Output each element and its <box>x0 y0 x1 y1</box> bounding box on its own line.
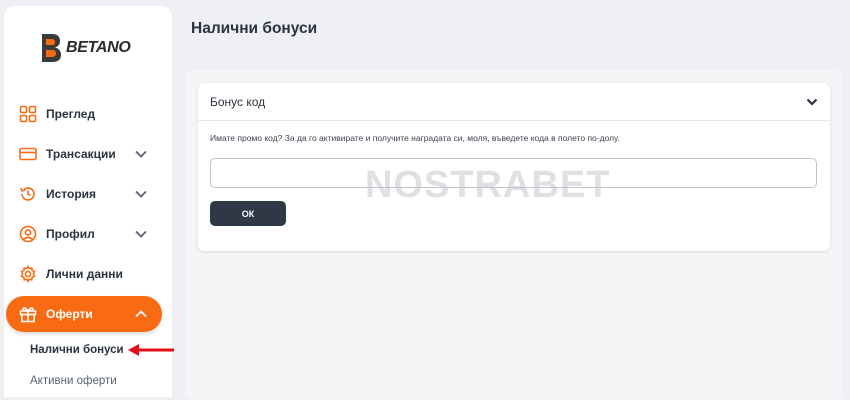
page-title: Налични бонуси <box>191 20 318 37</box>
sidebar-item-label: Трансакции <box>46 147 116 161</box>
sidebar-item-label: История <box>46 187 97 201</box>
sidebar-item-label: Преглед <box>46 107 96 121</box>
chevron-down-icon[interactable] <box>806 96 818 108</box>
chevron-down-icon[interactable] <box>134 227 148 241</box>
grid-icon <box>19 105 37 123</box>
gift-icon <box>19 305 37 323</box>
promo-code-input[interactable] <box>210 158 817 188</box>
sidebar-item-label: Лични данни <box>46 267 123 281</box>
subitem-available-bonuses[interactable]: Налични бонуси <box>30 344 124 356</box>
card-icon <box>19 145 37 163</box>
subitem-active-offers[interactable]: Активни оферти <box>30 375 117 387</box>
sidebar-item-offers[interactable]: Оферти <box>6 296 162 332</box>
sidebar-item-transactions[interactable]: Трансакции <box>6 136 162 172</box>
history-icon <box>19 185 37 203</box>
betano-logo-icon <box>42 34 61 62</box>
chevron-down-icon[interactable] <box>134 187 148 201</box>
gear-icon <box>19 265 37 283</box>
card-title: Бонус код <box>210 95 266 109</box>
sidebar-item-overview[interactable]: Преглед <box>6 96 162 132</box>
bonus-code-header[interactable]: Бонус код <box>198 83 830 121</box>
sidebar-item-profile[interactable]: Профил <box>6 216 162 252</box>
sidebar-item-label: Профил <box>46 227 95 241</box>
bonus-code-card: Бонус код Имате промо код? За да го акти… <box>198 83 830 251</box>
sidebar-item-personal-data[interactable]: Лични данни <box>6 256 162 292</box>
card-description: Имате промо код? За да го активирате и п… <box>210 133 620 143</box>
ok-button[interactable]: ОК <box>210 201 286 226</box>
sidebar-item-label: Оферти <box>46 307 93 321</box>
sidebar-item-history[interactable]: История <box>6 176 162 212</box>
brand-name: BETANO <box>66 39 131 56</box>
chevron-down-icon[interactable] <box>134 147 148 161</box>
chevron-up-icon[interactable] <box>134 307 148 321</box>
user-icon <box>19 225 37 243</box>
betano-logo[interactable]: BETANO <box>38 30 138 66</box>
red-arrow-icon <box>128 344 174 356</box>
